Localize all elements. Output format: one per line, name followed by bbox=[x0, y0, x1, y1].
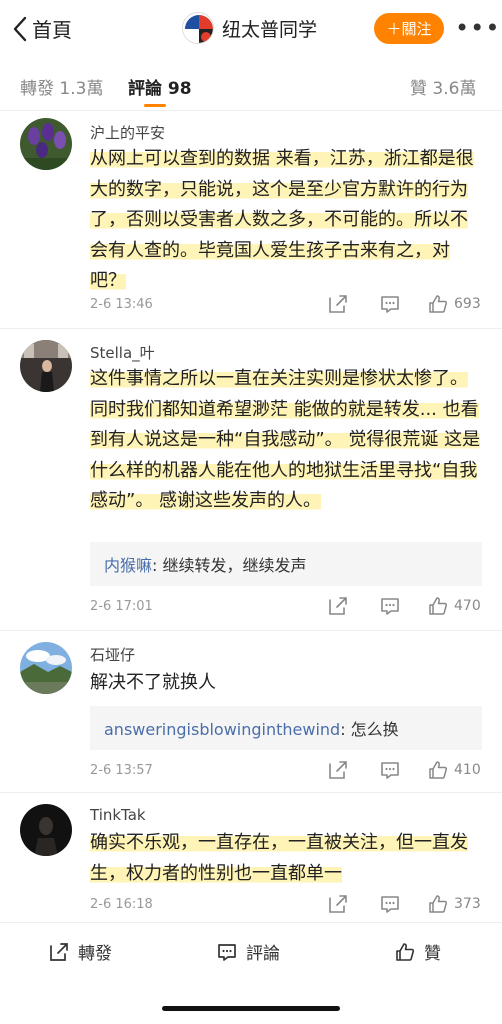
comment-time: 2-6 13:57 bbox=[90, 762, 153, 778]
like-button[interactable]: 693 bbox=[427, 293, 482, 315]
comment-username[interactable]: 石垭仔 bbox=[90, 644, 135, 665]
comment-actions: 470 bbox=[327, 595, 482, 617]
top-nav-bar: 首頁 纽太普同学 ＋關注 ••• bbox=[0, 0, 502, 58]
tab-repost[interactable]: 轉發 1.3萬 bbox=[20, 74, 103, 99]
comment-text-content: 这件事情之所以一直在关注实则是惨状太惨了。 同时我们都知道希望渺茫 能做的就是转… bbox=[90, 368, 481, 511]
like-label: 贊 bbox=[424, 944, 441, 964]
like-button[interactable]: 410 bbox=[427, 759, 482, 781]
comment-time: 2-6 17:01 bbox=[90, 598, 153, 614]
reply-text: : 怎么换 bbox=[340, 720, 399, 739]
tab-bar: 轉發 1.3萬 評論 98 贊 3.6萬 bbox=[0, 62, 502, 110]
comment-label: 評論 bbox=[246, 944, 280, 964]
comment-text-content: 确实不乐观，一直存在，一直被关注，但一直发生，权力者的性别也一直都单一 bbox=[90, 832, 468, 884]
comment-divider bbox=[0, 792, 502, 793]
share-icon[interactable] bbox=[327, 293, 349, 315]
reply-username[interactable]: answeringisblowinginthewind bbox=[104, 720, 340, 739]
comment-time: 2-6 13:46 bbox=[90, 296, 153, 312]
like-count: 373 bbox=[454, 896, 481, 912]
thumbs-up-icon bbox=[429, 895, 448, 913]
like-button[interactable]: 373 bbox=[427, 893, 482, 915]
share-icon[interactable] bbox=[327, 759, 349, 781]
reply-preview[interactable]: answeringisblowinginthewind: 怎么换 bbox=[90, 706, 482, 750]
comment-icon[interactable] bbox=[379, 293, 401, 315]
home-indicator bbox=[162, 1006, 340, 1011]
comment-text-content: 解决不了就换人 bbox=[90, 672, 216, 693]
reply-text: : 继续转发，继续发声 bbox=[152, 556, 307, 575]
comment-time: 2-6 16:18 bbox=[90, 896, 153, 912]
reply-username[interactable]: 内猴嘛 bbox=[104, 556, 152, 575]
thumbs-up-icon bbox=[396, 942, 415, 961]
comment-meta: 2-6 16:18 373 bbox=[90, 892, 482, 916]
comment-icon[interactable] bbox=[379, 759, 401, 781]
comment-icon[interactable] bbox=[379, 893, 401, 915]
back-button[interactable]: 首頁 bbox=[12, 14, 72, 43]
avatar[interactable] bbox=[20, 118, 72, 170]
comment-username[interactable]: 沪上的平安 bbox=[90, 122, 165, 143]
thumbs-up-icon bbox=[429, 761, 448, 779]
comment-actions: 373 bbox=[327, 893, 482, 915]
thumbs-up-icon bbox=[429, 295, 448, 313]
avatar[interactable] bbox=[20, 340, 72, 392]
divider bbox=[0, 110, 502, 111]
comment-icon bbox=[218, 943, 236, 961]
comment-divider bbox=[0, 328, 502, 329]
tab-comments[interactable]: 評論 98 bbox=[128, 74, 192, 99]
comment-divider bbox=[0, 630, 502, 631]
share-icon bbox=[50, 942, 68, 961]
reply-preview[interactable]: 内猴嘛: 继续转发，继续发声 bbox=[90, 542, 482, 586]
avatar[interactable] bbox=[20, 642, 72, 694]
account-title[interactable]: 纽太普同学 bbox=[182, 12, 317, 44]
account-avatar bbox=[182, 12, 214, 44]
comment-text-content: 从网上可以查到的数据 来看，江苏，浙江都是很大的数字，只能说，这个是至少官方默许… bbox=[90, 148, 474, 291]
active-tab-indicator bbox=[144, 104, 166, 107]
like-post-button[interactable]: 贊 bbox=[394, 939, 441, 964]
share-icon[interactable] bbox=[327, 595, 349, 617]
more-options-button[interactable]: ••• bbox=[455, 14, 500, 42]
like-count: 410 bbox=[454, 762, 481, 778]
avatar[interactable] bbox=[20, 804, 72, 856]
chevron-left-icon bbox=[13, 16, 27, 41]
repost-label: 轉發 bbox=[78, 944, 112, 964]
comment-actions: 693 bbox=[327, 293, 482, 315]
comment-username[interactable]: Stella_叶 bbox=[90, 342, 155, 363]
share-icon[interactable] bbox=[327, 893, 349, 915]
comment-actions: 410 bbox=[327, 759, 482, 781]
comment-text: 确实不乐观，一直存在，一直被关注，但一直发生，权力者的性别也一直都单一 bbox=[90, 828, 482, 889]
comment-meta: 2-6 13:46 693 bbox=[90, 292, 482, 316]
follow-button[interactable]: ＋關注 bbox=[374, 13, 444, 44]
like-count: 693 bbox=[454, 296, 481, 312]
comment-meta: 2-6 17:01 470 bbox=[90, 594, 482, 618]
comment-meta: 2-6 13:57 410 bbox=[90, 758, 482, 782]
comment-icon[interactable] bbox=[379, 595, 401, 617]
page-title: 纽太普同学 bbox=[222, 18, 318, 41]
like-count: 470 bbox=[454, 598, 481, 614]
thumbs-up-icon bbox=[429, 597, 448, 615]
repost-button[interactable]: 轉發 bbox=[48, 939, 112, 964]
back-label: 首頁 bbox=[32, 18, 72, 42]
comment-text: 从网上可以查到的数据 来看，江苏，浙江都是很大的数字，只能说，这个是至少官方默许… bbox=[90, 144, 482, 297]
tab-likes[interactable]: 贊 3.6萬 bbox=[410, 74, 476, 99]
bottom-action-bar: 轉發 評論 贊 bbox=[0, 922, 502, 982]
comment-button[interactable]: 評論 bbox=[216, 939, 280, 964]
comment-username[interactable]: TinkTak bbox=[90, 806, 146, 824]
comment-text: 这件事情之所以一直在关注实则是惨状太惨了。 同时我们都知道希望渺茫 能做的就是转… bbox=[90, 364, 482, 517]
like-button[interactable]: 470 bbox=[427, 595, 482, 617]
comment-text: 解决不了就换人 bbox=[90, 668, 482, 699]
